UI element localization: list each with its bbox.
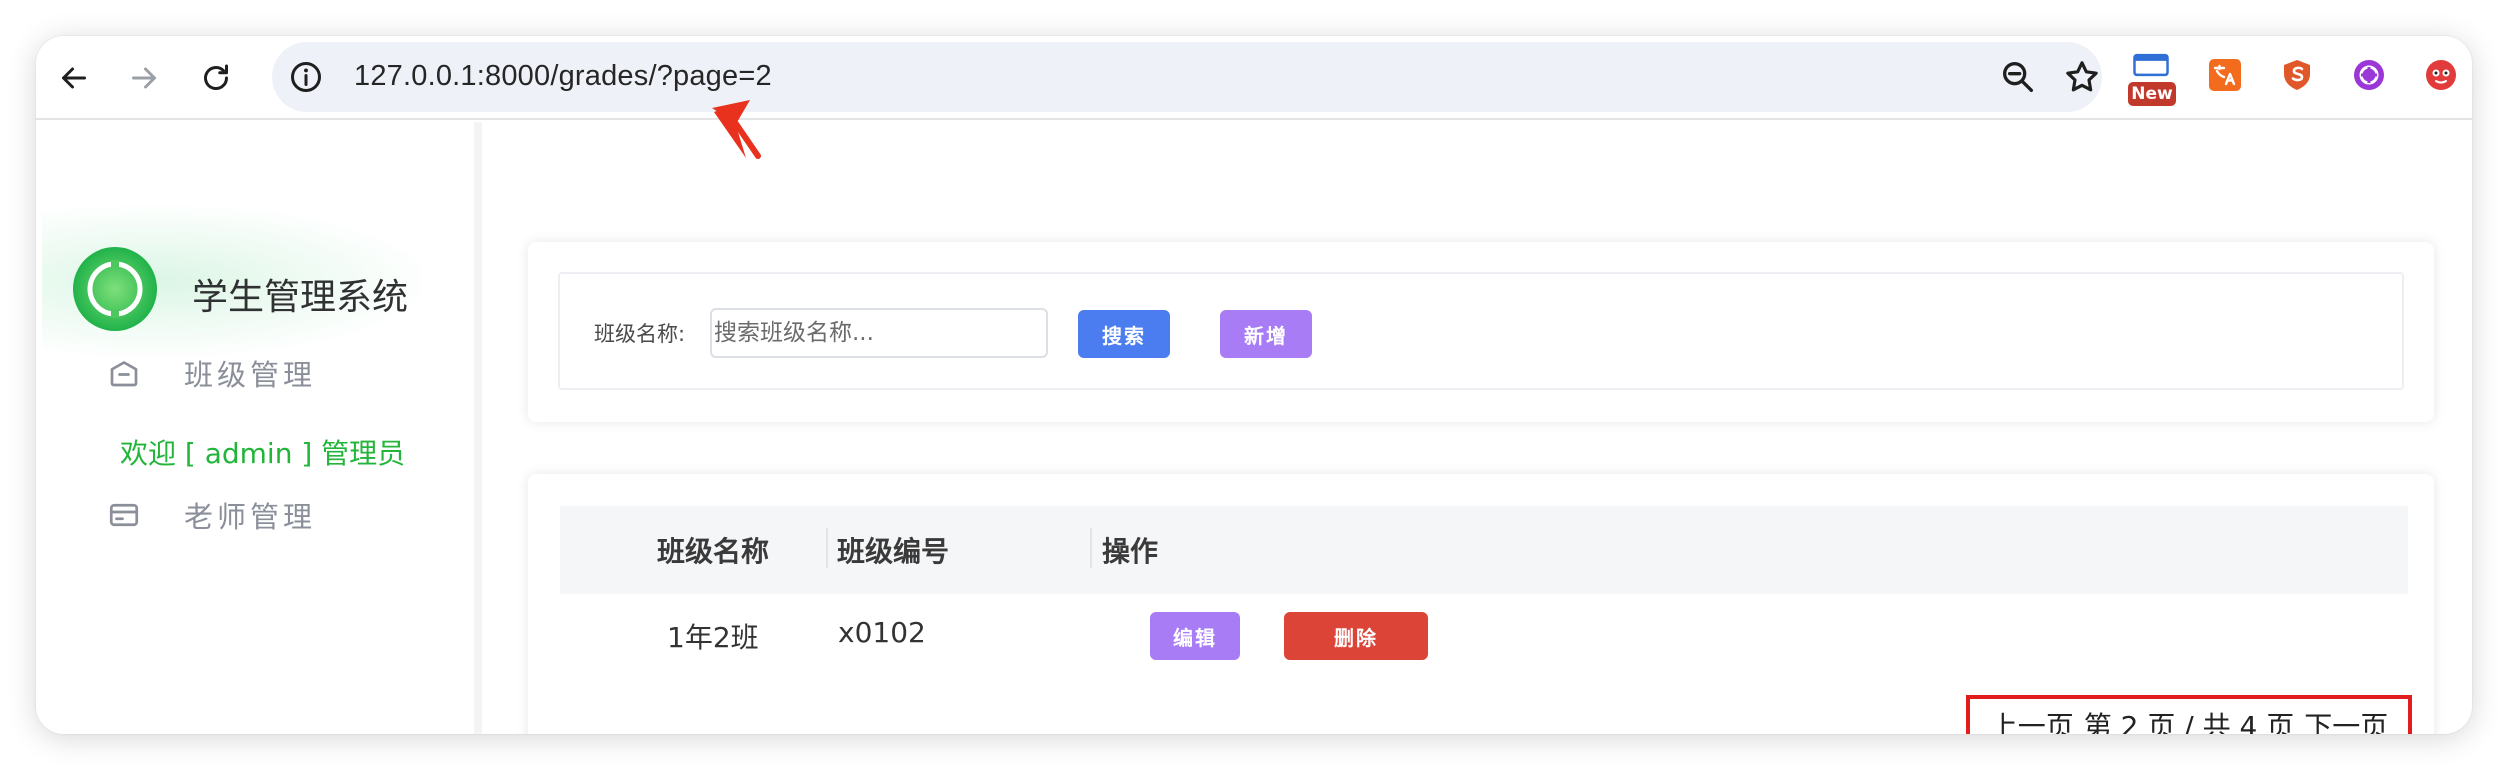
card-icon <box>109 503 139 527</box>
sidebar-item-label: 班级管理 <box>184 358 317 392</box>
browser-window: 127.0.0.1:8000/grades/?page=2 New 学生管理系统… <box>36 36 2472 734</box>
reload-button[interactable] <box>194 56 238 100</box>
translate-extension-icon <box>2209 59 2241 91</box>
browser-toolbar: 127.0.0.1:8000/grades/?page=2 New <box>36 36 2472 120</box>
prev-page-link[interactable]: 上一页 <box>1990 705 2074 734</box>
table-header: 班级名称 班级编号 操作 <box>560 506 2408 594</box>
annotation-arrow-icon <box>712 100 761 159</box>
arrow-right-icon <box>132 67 156 89</box>
brand-title: 学生管理系统 <box>192 277 409 318</box>
column-header-name[interactable]: 班级名称 <box>657 506 769 594</box>
pagination: 上一页 第 2 页 / 共 4 页 下一页 <box>1966 695 2412 734</box>
sidebar: 学生管理系统 欢迎 [ admin ] 管理员 班级管理 老师管理 <box>36 122 482 734</box>
sidebar-item-label: 老师管理 <box>184 500 317 534</box>
page-info: 第 2 页 / 共 4 页 <box>2083 710 2295 734</box>
extension-shield[interactable] <box>2280 52 2326 102</box>
reload-icon <box>204 64 228 90</box>
house-icon <box>110 361 138 387</box>
extension-purple[interactable] <box>2352 52 2398 102</box>
shield-s-icon <box>2284 60 2310 90</box>
search-input[interactable] <box>710 308 1048 358</box>
table-card: 班级名称 班级编号 操作 1年2班 x0102 编辑 删除 上一页 第 2 页 … <box>528 474 2434 734</box>
next-page-link[interactable]: 下一页 <box>2304 705 2388 734</box>
welcome-text: 欢迎 [ admin ] 管理员 <box>120 437 406 470</box>
star-icon[interactable] <box>2062 57 2102 97</box>
cell-grade-name: 1年2班 <box>667 621 759 654</box>
main-content: 班级名称: 搜索 新增 班级名称 班级编号 操作 1年2班 x0102 编辑 删… <box>482 122 2472 734</box>
forward-button[interactable] <box>122 56 166 100</box>
column-divider <box>826 528 828 568</box>
search-label: 班级名称: <box>594 322 686 346</box>
search-button[interactable]: 搜索 <box>1078 310 1170 358</box>
purple-circle-icon <box>2354 60 2384 90</box>
arrow-left-icon <box>62 67 86 89</box>
column-divider <box>1090 528 1092 568</box>
search-card: 班级名称: 搜索 新增 <box>528 242 2434 422</box>
extension-new[interactable]: New <box>2128 52 2176 106</box>
search-form: 班级名称: 搜索 新增 <box>558 272 2404 390</box>
address-bar[interactable]: 127.0.0.1:8000/grades/?page=2 <box>272 42 2102 112</box>
mascot-icon <box>2426 60 2456 90</box>
url-text[interactable]: 127.0.0.1:8000/grades/?page=2 <box>354 60 772 93</box>
new-badge: New <box>2128 82 2176 106</box>
zoom-icon[interactable] <box>1998 57 2038 97</box>
column-header-actions: 操作 <box>1102 535 1159 568</box>
back-button[interactable] <box>52 56 96 100</box>
edit-button[interactable]: 编辑 <box>1150 612 1240 660</box>
extension-orange[interactable] <box>2208 52 2254 102</box>
info-icon[interactable] <box>288 59 324 95</box>
window-icon <box>2133 53 2169 77</box>
add-button[interactable]: 新增 <box>1220 310 1312 358</box>
cell-grade-code: x0102 <box>838 616 926 649</box>
sidebar-item-grades[interactable]: 班级管理 <box>106 348 316 398</box>
delete-button[interactable]: 删除 <box>1284 612 1428 660</box>
column-header-code[interactable]: 班级编号 <box>837 506 949 594</box>
sidebar-item-teachers[interactable]: 老师管理 <box>106 490 316 540</box>
logo-icon <box>73 247 157 331</box>
extension-red[interactable] <box>2424 52 2470 102</box>
